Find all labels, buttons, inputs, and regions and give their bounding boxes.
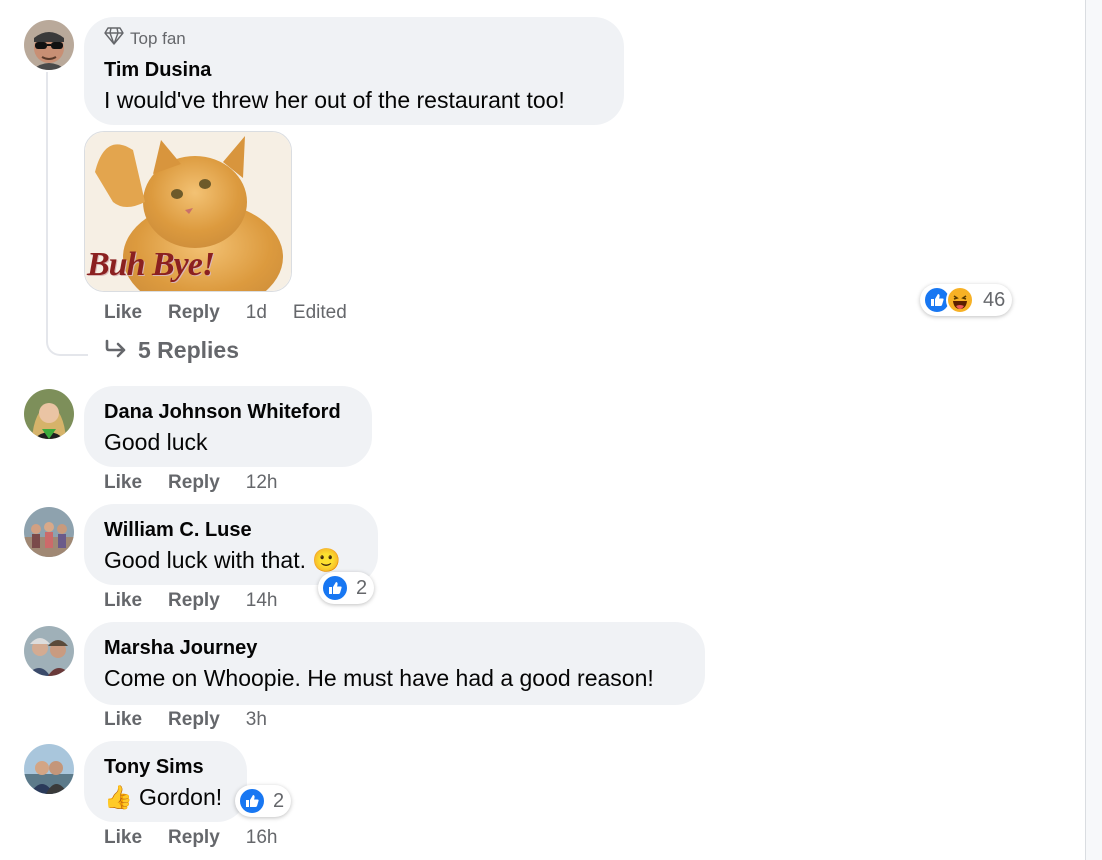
comment-bubble: Tony Sims 👍 Gordon! (84, 741, 247, 822)
comment-actions: Like Reply 3h (104, 709, 267, 731)
reply-button[interactable]: Reply (168, 590, 220, 612)
comment-bubble: Dana Johnson Whiteford Good luck (84, 386, 372, 467)
comment-actions: Like Reply 14h (104, 590, 277, 612)
edited-label[interactable]: Edited (293, 302, 347, 324)
reaction-summary[interactable]: 2 (235, 785, 292, 817)
reply-button[interactable]: Reply (168, 709, 220, 731)
reply-button[interactable]: Reply (168, 472, 220, 494)
diamond-icon (104, 27, 124, 50)
comment-author[interactable]: Tony Sims (104, 753, 227, 781)
reaction-count: 2 (273, 789, 285, 812)
avatar-tony-sims[interactable] (24, 744, 74, 794)
comment-text: Come on Whoopie. He must have had a good… (104, 665, 654, 691)
view-replies-link[interactable]: 5 Replies (104, 337, 239, 364)
reply-button[interactable]: Reply (168, 827, 220, 849)
reply-thread-line (46, 72, 88, 356)
comment-text-row: Good luck with that. 🙂 (104, 544, 358, 577)
thumbs-up-emoji: 👍 (104, 785, 133, 811)
reaction-count: 46 (983, 288, 1006, 311)
gif-caption: Buh Bye! (87, 246, 215, 283)
like-icon (321, 574, 349, 602)
comment-author[interactable]: William C. Luse (104, 516, 358, 544)
top-fan-badge: Top fan (104, 27, 604, 50)
haha-icon (946, 286, 974, 314)
like-icon (238, 787, 266, 815)
badge-label: Top fan (130, 28, 186, 48)
reaction-count: 2 (356, 576, 368, 599)
comment-text: Good luck with that. (104, 547, 306, 573)
like-button[interactable]: Like (104, 302, 142, 324)
reply-button[interactable]: Reply (168, 302, 220, 324)
gif-attachment[interactable]: Buh Bye! (84, 131, 292, 292)
avatar-dana-johnson-whiteford[interactable] (24, 389, 74, 439)
comment-text: I would've threw her out of the restaura… (104, 87, 565, 113)
comment-author[interactable]: Marsha Journey (104, 634, 685, 662)
timestamp[interactable]: 16h (246, 827, 278, 849)
like-button[interactable]: Like (104, 827, 142, 849)
timestamp[interactable]: 1d (246, 302, 267, 324)
comment-text: Gordon! (139, 784, 223, 810)
like-button[interactable]: Like (104, 590, 142, 612)
like-button[interactable]: Like (104, 709, 142, 731)
scrollbar-track[interactable] (1085, 0, 1102, 860)
like-button[interactable]: Like (104, 472, 142, 494)
comment-actions: Like Reply 12h (104, 472, 277, 494)
smiley-emoji: 🙂 (312, 548, 342, 574)
timestamp[interactable]: 14h (246, 590, 278, 612)
reply-arrow-icon (104, 337, 128, 364)
comment-actions: Like Reply 16h (104, 827, 277, 849)
replies-count-label: 5 Replies (138, 337, 239, 363)
reaction-summary[interactable]: 46 (920, 284, 1013, 316)
comment-text-row: 👍 Gordon! (104, 781, 227, 814)
comment-bubble: Marsha Journey Come on Whoopie. He must … (84, 622, 705, 705)
comment-bubble: Top fan Tim Dusina I would've threw her … (84, 17, 624, 125)
comment-author[interactable]: Dana Johnson Whiteford (104, 398, 352, 426)
avatar-marsha-journey[interactable] (24, 626, 74, 676)
comment-author[interactable]: Tim Dusina (104, 56, 604, 84)
avatar-tim-dusina[interactable] (24, 20, 74, 70)
comment-text: Good luck (104, 429, 208, 455)
comment-actions: Like Reply 1d Edited (104, 302, 347, 324)
timestamp[interactable]: 12h (246, 472, 278, 494)
avatar-william-c-luse[interactable] (24, 507, 74, 557)
reaction-summary[interactable]: 2 (318, 572, 375, 604)
timestamp[interactable]: 3h (246, 709, 267, 731)
